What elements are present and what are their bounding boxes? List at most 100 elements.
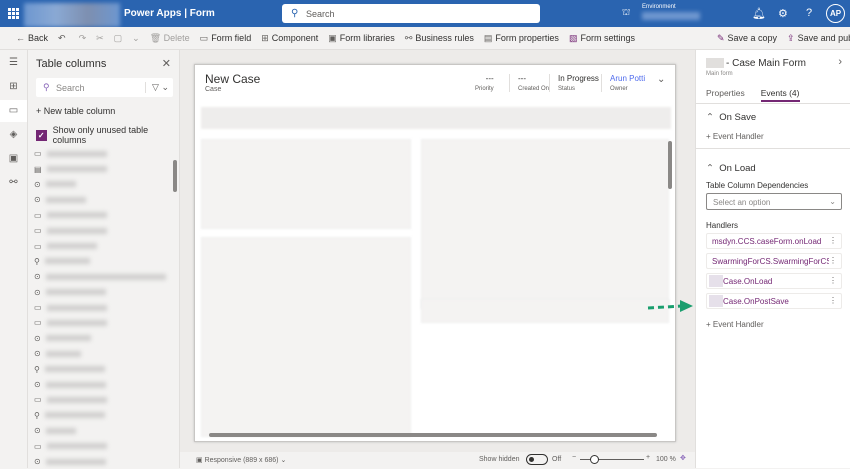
list-item[interactable]: ▭ [34,392,169,407]
blurred-tabs [201,107,671,129]
scrollbar[interactable] [173,160,177,192]
app-launcher-icon[interactable] [8,8,19,19]
handler-item[interactable]: SwarmingForCS.SwarmingForCS ⋮ [706,253,842,269]
avatar[interactable]: AP [826,4,845,23]
dependencies-label: Table Column Dependencies [706,181,809,190]
new-table-column-button[interactable]: + New table column [36,106,115,116]
back-button[interactable]: ← Back [16,33,48,43]
form-libraries-icon[interactable]: ▣ [0,148,27,170]
dependencies-dropdown[interactable]: Select an option ⌄ [706,193,842,210]
handler-item[interactable]: msdyn.CCS.caseForm.onLoad ⋮ [706,233,842,249]
layers-icon[interactable]: ◈ [0,124,27,146]
list-item[interactable]: ▭ [34,146,169,161]
zoom-out-icon[interactable]: − [572,454,576,461]
columns-search-input[interactable]: ⚲ Search ▽ ⌄ [36,78,173,97]
chevron-down-icon[interactable]: ⌄ [657,74,665,85]
list-item[interactable]: ▭ [34,300,169,315]
list-item[interactable]: ⊙ [34,377,169,392]
business-rules-icon[interactable]: ⚯ [0,172,27,194]
environment-name-blurred [642,12,700,20]
bell-icon[interactable]: 🔔︎ [752,7,766,20]
gear-icon[interactable]: ⚙ [778,7,788,20]
undo-icon[interactable]: ↶ [58,33,66,44]
divider [696,148,850,149]
save-publish-button[interactable]: ⇪Save and publish [787,33,850,44]
list-item[interactable]: ▭ [34,208,169,223]
list-item[interactable]: ⚲ [34,361,169,376]
list-item[interactable]: ▭ [34,438,169,453]
form-settings-button[interactable]: ▧ Form settings [569,33,635,44]
zoom-slider[interactable] [580,455,644,464]
cut-icon[interactable]: ✂ [96,33,104,44]
add-event-handler-on-load[interactable]: + Event Handler [706,320,764,329]
list-item[interactable]: ⚲ [34,408,169,423]
form-properties-button[interactable]: ▤ Form properties [484,33,559,44]
list-item[interactable]: ⊙ [34,285,169,300]
business-rules-button[interactable]: ⚯ Business rules [405,33,474,44]
table-columns-panel: Table columns ✕ ⚲ Search ▽ ⌄ + New table c… [28,50,180,468]
horizontal-scrollbar[interactable] [209,433,657,437]
delete-button[interactable]: 🗑︎ Delete [150,33,190,44]
list-item[interactable]: ⊙ [34,454,169,469]
list-item[interactable]: ⊙ [34,423,169,438]
tab-properties[interactable]: Properties [706,88,745,102]
help-icon[interactable]: ? [806,7,812,19]
chevron-right-icon[interactable]: › [838,56,842,68]
list-item[interactable]: ⊙ [34,192,169,207]
environment-label: Environment [642,4,676,10]
blurred-logo [24,3,120,27]
list-item[interactable]: ⚲ [34,254,169,269]
divider [696,103,850,104]
responsive-selector[interactable]: ▣ Responsive (889 x 686) ⌄ [196,456,286,464]
zoom-in-icon[interactable]: + [646,454,650,461]
list-item[interactable]: ▭ [34,238,169,253]
more-icon: ⋮ [829,256,837,265]
save-copy-button[interactable]: ✎ Save a copy [717,33,777,44]
list-item[interactable]: ⊙ [34,177,169,192]
handler-item[interactable]: Case.OnPostSave ⋮ [706,293,842,309]
list-item[interactable]: ⊙ [34,269,169,284]
form-libraries-button[interactable]: ▣ Form libraries [328,33,395,44]
table-columns-icon[interactable]: ▭ [0,100,27,122]
close-icon[interactable]: ✕ [162,57,171,70]
environment-icon[interactable]: ⛫ [622,7,630,19]
fit-icon[interactable]: ✥ [680,454,686,462]
on-load-section[interactable]: ⌃ On Load [706,163,756,174]
blurred-section [421,299,669,323]
list-item[interactable]: ▭ [34,223,169,238]
paste-icon[interactable]: ▢ [114,33,123,44]
show-hidden-toggle[interactable] [526,454,548,465]
header-field-status[interactable]: In Progress Status [549,74,599,92]
search-placeholder: Search [306,9,335,19]
handler-item[interactable]: Case.OnLoad ⋮ [706,273,842,289]
header-field-created-on[interactable]: --- Created On [509,74,549,92]
zoom-level: 100 % [656,456,676,463]
header-field-priority[interactable]: --- Priority [475,74,494,92]
form-title: New Case [205,72,261,86]
form-field-button[interactable]: ▭ Form field [200,33,252,44]
toggle-state: Off [552,456,562,463]
redo-icon[interactable]: ↷ [79,33,87,44]
on-save-section[interactable]: ⌃ On Save [706,112,756,123]
list-item[interactable]: ⊙ [34,331,169,346]
more-icon: ⋮ [829,296,837,305]
header-field-owner[interactable]: Arun Potti Owner [601,74,645,92]
chevron-down-icon: ⌄ [829,197,836,206]
show-unused-checkbox[interactable]: ✓ Show only unused table columns [36,125,179,145]
add-event-handler-on-save[interactable]: + Event Handler [706,132,764,141]
list-item[interactable]: ▤ [34,161,169,176]
components-icon[interactable]: ⊞ [0,76,27,98]
list-item[interactable]: ⊙ [34,346,169,361]
columns-list: ▭ ▤ ⊙ ⊙ ▭ ▭ ▭ ⚲ ⊙ ⊙ ▭ ▭ ⊙ ⊙ ⚲ ⊙ ▭ ⚲ ⊙ ▭ … [34,146,169,469]
list-item[interactable]: ▭ [34,315,169,330]
annotation-arrow-icon [647,300,693,312]
panel-tabs: Properties Events (4) [706,88,800,102]
hamburger-icon[interactable]: ☰ [0,52,27,74]
form-type: Main form [706,71,733,77]
chevron-down-icon[interactable]: ⌄ [132,33,140,44]
component-button[interactable]: ⊞ Component [261,33,318,44]
tab-events[interactable]: Events (4) [760,88,800,102]
form-scrollbar[interactable] [668,141,672,189]
global-search[interactable]: ⚲ Search [282,4,540,23]
filter-icon[interactable]: ▽ ⌄ [145,82,169,93]
